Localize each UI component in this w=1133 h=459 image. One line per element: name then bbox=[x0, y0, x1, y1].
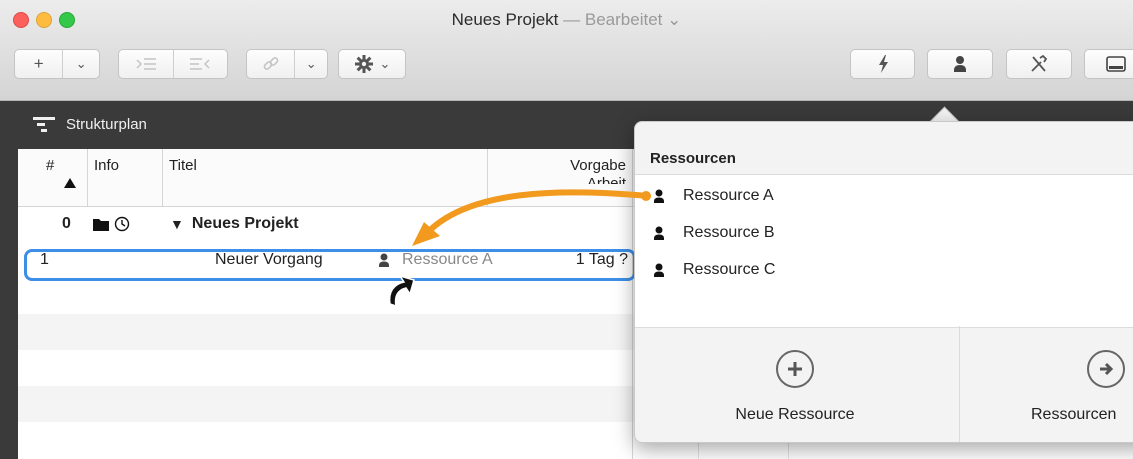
gear-icon bbox=[354, 55, 373, 73]
project-title[interactable]: Neues Projekt bbox=[192, 215, 299, 233]
indent-button[interactable] bbox=[119, 50, 173, 78]
view-title: Strukturplan bbox=[66, 115, 147, 133]
column-header-number[interactable]: # bbox=[18, 149, 88, 206]
number-header-label: # bbox=[46, 157, 55, 174]
clock-icon bbox=[114, 216, 130, 232]
document-status: Bearbeitet bbox=[584, 10, 663, 29]
resource-name: Ressource A bbox=[683, 187, 774, 204]
column-header-title[interactable]: Titel bbox=[163, 149, 488, 206]
window-title[interactable]: Neues Projekt — Bearbeitet ⌄ bbox=[0, 10, 1133, 30]
link-icon bbox=[263, 57, 279, 70]
popover-title: Ressourcen bbox=[650, 150, 736, 167]
resource-list: Ressource A Ressource B Ressource C bbox=[635, 174, 1133, 328]
folder-icon bbox=[93, 219, 109, 231]
resources-view-label: Ressourcen bbox=[1031, 406, 1117, 423]
sort-ascending-icon bbox=[64, 178, 76, 188]
person-icon bbox=[654, 226, 664, 240]
column-header-info[interactable]: Info bbox=[88, 149, 163, 206]
leveling-button[interactable] bbox=[850, 49, 915, 79]
resource-name: Ressource C bbox=[683, 261, 776, 278]
person-icon bbox=[954, 56, 966, 72]
title-separator: — bbox=[563, 10, 581, 29]
resources-popover-button[interactable] bbox=[927, 49, 993, 79]
action-menu-button[interactable]: ⌄ bbox=[338, 49, 406, 79]
inspector-button[interactable] bbox=[1006, 49, 1072, 79]
document-name: Neues Projekt bbox=[451, 10, 559, 29]
indent-icon bbox=[136, 58, 156, 70]
plus-circle-icon bbox=[776, 350, 814, 388]
default-work-header-line2: Arbeit bbox=[586, 175, 626, 184]
resource-name: Ressource B bbox=[683, 224, 775, 241]
person-icon bbox=[654, 263, 664, 277]
link-group: ⌄ bbox=[246, 49, 328, 79]
selected-row-highlight bbox=[24, 249, 636, 281]
view-button[interactable] bbox=[1084, 49, 1133, 79]
add-menu-chevron-icon[interactable]: ⌄ bbox=[62, 50, 99, 78]
column-divider bbox=[87, 149, 88, 206]
wbs-icon bbox=[33, 117, 55, 132]
link-button[interactable] bbox=[247, 50, 294, 78]
resource-item[interactable]: Ressource B bbox=[651, 221, 775, 245]
resource-item[interactable]: Ressource A bbox=[651, 184, 774, 208]
view-header: Strukturplan bbox=[32, 115, 147, 133]
row-number: 0 bbox=[62, 215, 71, 232]
disclosure-triangle-icon[interactable]: ▼ bbox=[170, 216, 184, 232]
tools-icon bbox=[1031, 54, 1048, 72]
title-header-label: Titel bbox=[169, 157, 197, 174]
row-title: ▼ Neues Projekt bbox=[170, 206, 480, 242]
lightning-icon bbox=[878, 55, 888, 73]
outdent-icon bbox=[190, 58, 211, 70]
app-window: Neues Projekt — Bearbeitet ⌄ + ⌄ ⌄ ⌄ Str… bbox=[0, 0, 1133, 459]
link-menu-chevron-icon[interactable]: ⌄ bbox=[294, 50, 327, 78]
title-toolbar: Neues Projekt — Bearbeitet ⌄ + ⌄ ⌄ ⌄ bbox=[0, 0, 1133, 101]
title-chevron-icon: ⌄ bbox=[667, 10, 682, 29]
resources-view-button[interactable]: Ressourcen bbox=[1019, 326, 1133, 442]
resources-popover: Ressourcen Ressource A Ressource B Resso… bbox=[634, 121, 1133, 443]
action-menu-chevron-icon: ⌄ bbox=[379, 56, 391, 71]
add-button[interactable]: + bbox=[15, 50, 62, 78]
new-resource-button[interactable]: Neue Ressource bbox=[705, 326, 885, 442]
row-info bbox=[92, 206, 162, 242]
popover-actions: Neue Ressource Ressourcen bbox=[635, 326, 1133, 442]
person-icon bbox=[654, 189, 664, 203]
indent-group bbox=[118, 49, 228, 79]
add-button-group: + ⌄ bbox=[14, 49, 100, 79]
info-header-label: Info bbox=[94, 157, 120, 174]
column-header-default-work[interactable]: Vorgabe Arbeit bbox=[488, 149, 633, 206]
arrow-right-circle-icon bbox=[1087, 350, 1125, 388]
outdent-button[interactable] bbox=[172, 50, 227, 78]
resource-item[interactable]: Ressource C bbox=[651, 258, 775, 282]
default-work-header-line1: Vorgabe bbox=[570, 157, 626, 174]
column-divider bbox=[632, 149, 633, 459]
panel-icon bbox=[1106, 56, 1126, 72]
new-resource-label: Neue Ressource bbox=[735, 406, 855, 423]
